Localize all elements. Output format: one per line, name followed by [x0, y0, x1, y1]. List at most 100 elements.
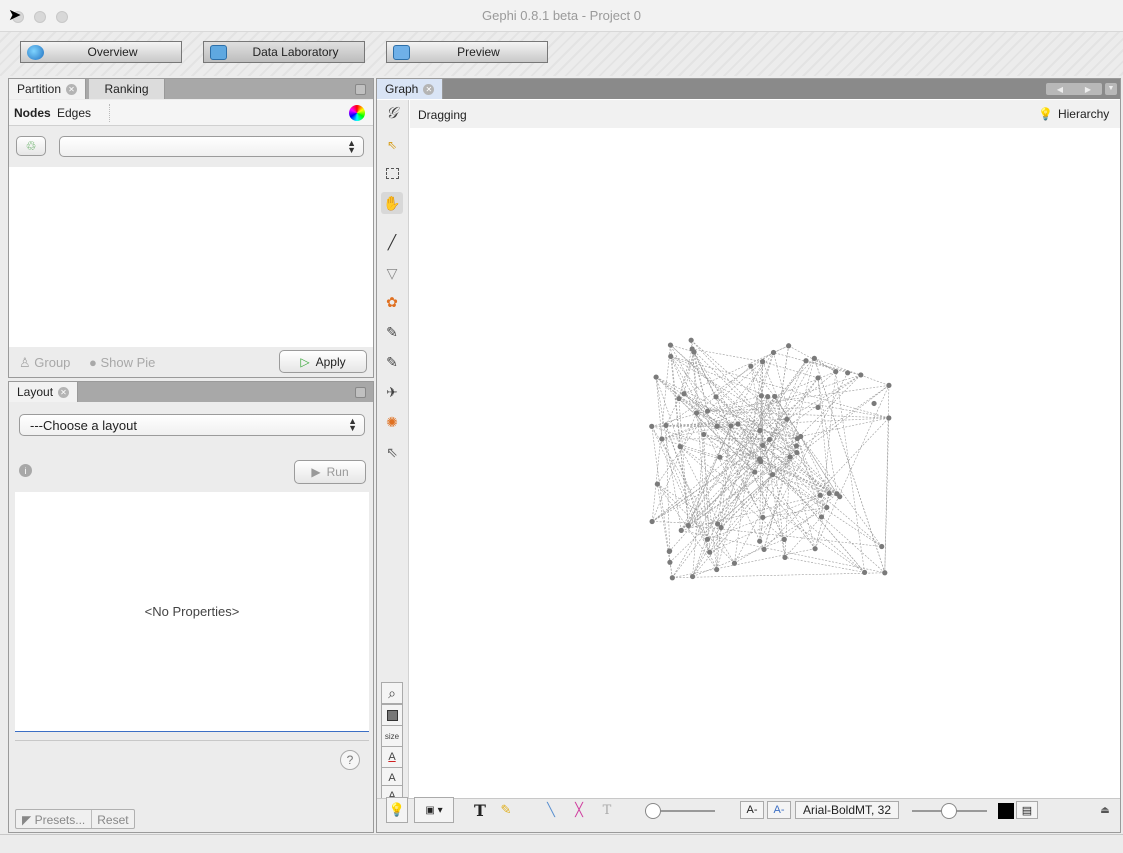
graph-node[interactable] — [752, 469, 758, 475]
graph-node[interactable] — [707, 549, 713, 555]
graph-canvas[interactable] — [410, 128, 1120, 796]
brush-icon[interactable]: ╱ — [381, 231, 403, 253]
graph-edge[interactable] — [800, 436, 882, 547]
graph-edge[interactable] — [707, 410, 889, 419]
group-button[interactable]: ♙ Group — [19, 355, 70, 371]
graph-node[interactable] — [728, 423, 734, 429]
shortest-path-icon[interactable]: ✈ — [381, 381, 403, 403]
graph-node[interactable] — [782, 554, 788, 561]
graph-node[interactable] — [669, 575, 675, 581]
graph-edge[interactable] — [759, 456, 791, 460]
tab-list-icon[interactable]: ▼ — [1105, 83, 1117, 95]
edge-pencil-icon[interactable]: ✎ — [381, 351, 403, 373]
graph-node[interactable] — [886, 382, 892, 388]
graph-node[interactable] — [693, 410, 700, 416]
graph-node[interactable] — [793, 443, 800, 449]
graph-node[interactable] — [803, 358, 809, 364]
graph-node[interactable] — [678, 527, 684, 533]
graph-node[interactable] — [786, 343, 792, 349]
graph-node[interactable] — [787, 454, 793, 460]
reset-button[interactable]: Reset — [92, 810, 133, 828]
graph-node[interactable] — [735, 421, 741, 427]
graph-node[interactable] — [653, 374, 659, 380]
close-icon[interactable]: ✕ — [58, 386, 70, 398]
graph-node[interactable] — [758, 393, 765, 399]
graph-node[interactable] — [649, 423, 655, 429]
graph-edge[interactable] — [703, 434, 830, 494]
graph-node[interactable] — [770, 349, 777, 356]
painter-icon[interactable]: ▽ — [381, 262, 403, 284]
graph-node[interactable] — [798, 433, 804, 440]
graph-node[interactable] — [689, 573, 696, 580]
graph-node[interactable] — [713, 394, 719, 400]
apply-button[interactable]: ▷ Apply — [279, 350, 367, 373]
graph-node[interactable] — [681, 391, 687, 397]
graph-node[interactable] — [770, 471, 776, 478]
graph-node[interactable] — [815, 404, 821, 410]
graph-node[interactable] — [766, 436, 773, 443]
graph-node[interactable] — [765, 394, 771, 400]
graph-node[interactable] — [676, 395, 682, 402]
help-button[interactable]: ? — [340, 750, 360, 770]
label-color-icon[interactable]: A — [381, 746, 403, 768]
graph-node[interactable] — [701, 431, 707, 438]
graph-node[interactable] — [817, 492, 823, 498]
scroll-right-icon[interactable]: ▶ — [1085, 85, 1091, 94]
graph-edge[interactable] — [773, 352, 797, 446]
label-size-button[interactable]: size — [381, 725, 403, 747]
graph-node[interactable] — [714, 423, 720, 429]
graph-edge[interactable] — [707, 385, 889, 412]
subtab-edges[interactable]: Edges — [57, 106, 91, 120]
graph-node[interactable] — [760, 442, 766, 449]
close-icon[interactable]: ✕ — [66, 83, 78, 95]
edge-labels-icon[interactable]: T — [596, 797, 618, 823]
graph-edge[interactable] — [690, 340, 798, 453]
font-size-up-button[interactable]: A- — [767, 801, 791, 819]
tab-layout[interactable]: Layout ✕ — [9, 382, 79, 402]
graph-node[interactable] — [861, 569, 868, 576]
graph-edge[interactable] — [661, 438, 720, 458]
layout-select[interactable]: ---Choose a layout ▲ ▼ — [19, 414, 365, 436]
graph-node[interactable] — [826, 490, 832, 497]
tab-ranking[interactable]: Ranking — [89, 79, 165, 99]
label-size-slider-thumb[interactable] — [941, 803, 957, 819]
graph-edge[interactable] — [774, 396, 816, 549]
show-labels-button[interactable]: T — [470, 797, 490, 823]
graph-edge[interactable] — [719, 445, 797, 458]
rectangle-select-icon[interactable] — [381, 162, 403, 184]
hierarchy-button[interactable]: 💡 Hierarchy — [1038, 107, 1109, 121]
graph-edge[interactable] — [672, 572, 885, 579]
graph-edge[interactable] — [665, 425, 670, 551]
font-select[interactable]: Arial-BoldMT, 32 — [795, 801, 899, 819]
color-wheel-icon[interactable] — [349, 105, 365, 121]
graph-node[interactable] — [834, 491, 840, 497]
graph-node[interactable] — [667, 342, 674, 348]
drag-tool-icon[interactable]: ✋ — [381, 192, 403, 214]
attributes-icon[interactable]: ▤ — [1016, 801, 1038, 819]
graph-node[interactable] — [663, 422, 669, 428]
graph-node[interactable] — [704, 408, 711, 414]
graph-node[interactable] — [731, 560, 738, 566]
graph-node[interactable] — [761, 546, 767, 552]
pencil-label-icon[interactable]: ✎ — [495, 797, 517, 823]
graph-node[interactable] — [689, 346, 695, 352]
graph-edge[interactable] — [716, 425, 732, 570]
edit-tool-icon[interactable]: ⇖ — [381, 441, 403, 463]
graph-node[interactable] — [824, 504, 830, 511]
graph-node[interactable] — [781, 536, 787, 542]
minimize-panel-button[interactable] — [355, 387, 366, 398]
graph-node[interactable] — [871, 400, 877, 407]
background-color-button[interactable] — [381, 704, 403, 726]
refresh-button[interactable]: ♲ — [16, 136, 46, 156]
label-color-swatch[interactable] — [998, 803, 1014, 819]
graph-node[interactable] — [756, 456, 763, 462]
show-pie-button[interactable]: ● Show Pie — [89, 355, 155, 370]
edges-icon[interactable]: ╲ — [540, 797, 562, 823]
preview-button[interactable]: Preview — [386, 41, 548, 63]
graph-node[interactable] — [666, 548, 672, 555]
graph-edge[interactable] — [709, 445, 797, 553]
graph-node[interactable] — [757, 538, 763, 544]
graph-edge[interactable] — [709, 493, 837, 553]
graph-node[interactable] — [654, 481, 660, 487]
graph-edge[interactable] — [669, 438, 798, 563]
